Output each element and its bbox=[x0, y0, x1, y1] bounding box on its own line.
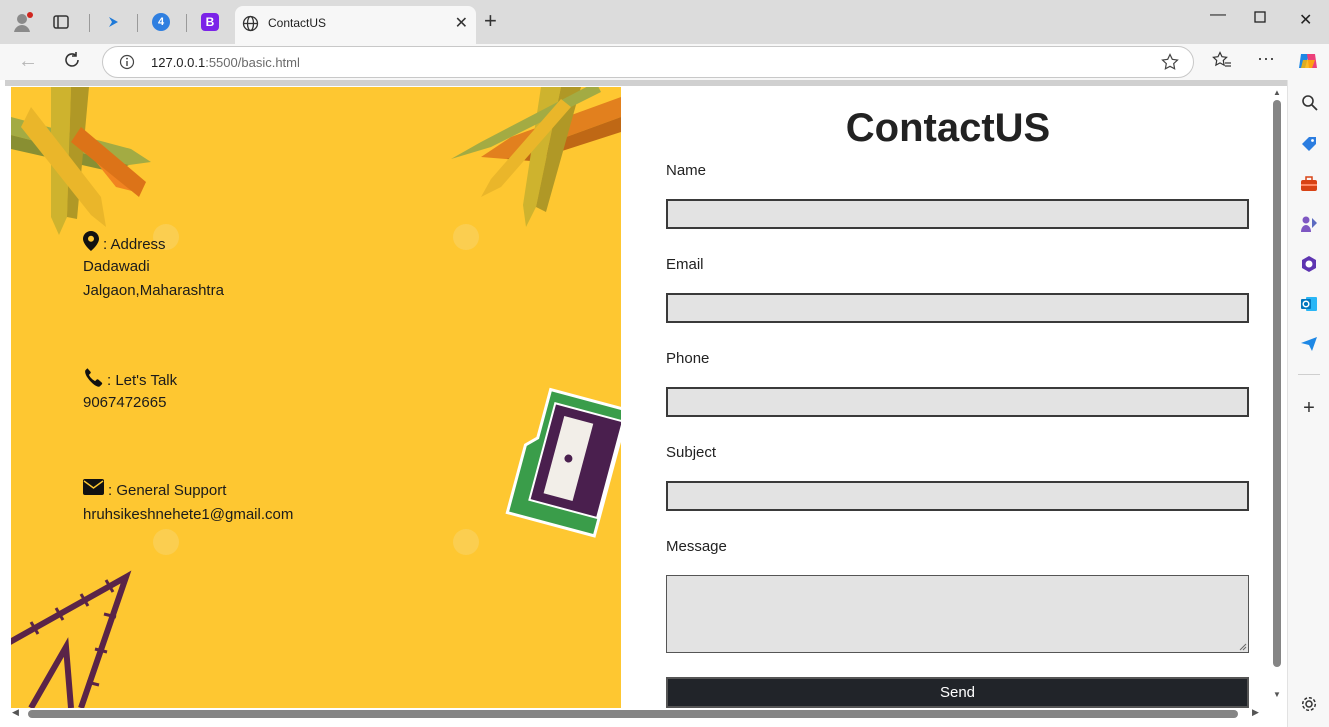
url-bar[interactable]: 127.0.0.1:5500/basic.html bbox=[102, 46, 1194, 78]
pinned-tab-arrow-icon[interactable] bbox=[102, 11, 124, 33]
email-input[interactable] bbox=[666, 293, 1249, 323]
address-toolbar: ← 127.0.0.1:5500/basic.html ··· bbox=[0, 44, 1329, 80]
phone-input[interactable] bbox=[666, 387, 1249, 417]
send-icon[interactable] bbox=[1299, 334, 1319, 354]
active-tab[interactable]: ContactUS ✕ bbox=[235, 6, 476, 44]
sidebar-divider bbox=[1298, 374, 1320, 375]
pinned-tab-4-icon[interactable]: 4 bbox=[150, 11, 172, 33]
new-tab-icon[interactable]: + bbox=[484, 10, 497, 32]
message-label: Message bbox=[666, 538, 727, 555]
contact-info-panel: : Address Dadawadi Jalgaon,Maharashtra :… bbox=[11, 87, 621, 708]
globe-icon bbox=[242, 15, 259, 37]
favorite-star-icon[interactable] bbox=[1161, 53, 1179, 76]
horizontal-scrollbar[interactable] bbox=[28, 710, 1238, 718]
back-icon[interactable]: ← bbox=[18, 50, 38, 73]
page-title: ContactUS bbox=[845, 106, 1051, 150]
pinned-tab-bootstrap-icon[interactable]: B bbox=[199, 11, 221, 33]
tab-title: ContactUS bbox=[268, 16, 327, 30]
address-label: : Address bbox=[103, 236, 166, 253]
tab-separator bbox=[186, 14, 187, 32]
resize-handle-icon[interactable] bbox=[1239, 643, 1247, 651]
scroll-up-icon[interactable]: ▲ bbox=[1273, 88, 1281, 97]
address-line-1: Dadawadi bbox=[83, 258, 150, 275]
message-textarea[interactable] bbox=[666, 575, 1249, 653]
phone-number: 9067472665 bbox=[83, 394, 167, 411]
tab-separator bbox=[89, 14, 90, 32]
profile-icon[interactable] bbox=[12, 11, 34, 33]
shopping-tag-icon[interactable] bbox=[1299, 134, 1319, 154]
browser-sidebar: + bbox=[1287, 80, 1329, 727]
close-window-icon[interactable]: ✕ bbox=[1299, 10, 1312, 30]
copilot-icon[interactable] bbox=[1297, 50, 1319, 78]
phone-label: Phone bbox=[666, 350, 710, 367]
search-icon[interactable] bbox=[1299, 92, 1319, 112]
tab-badge-4: 4 bbox=[152, 13, 170, 31]
address-line-2: Jalgaon,Maharashtra bbox=[83, 282, 224, 299]
envelope-icon bbox=[83, 479, 104, 503]
tab-badge-b: B bbox=[201, 13, 219, 31]
maximize-icon[interactable] bbox=[1254, 10, 1266, 28]
scroll-down-icon[interactable]: ▼ bbox=[1273, 690, 1281, 699]
send-button[interactable]: Send bbox=[666, 677, 1249, 708]
add-sidebar-app-icon[interactable]: + bbox=[1299, 397, 1319, 419]
tab-separator bbox=[137, 14, 138, 32]
name-input[interactable] bbox=[666, 199, 1249, 229]
support-label: : General Support bbox=[108, 482, 227, 499]
tab-bar: 4 B ContactUS ✕ + — ✕ bbox=[0, 0, 1329, 44]
support-heading: : General Support bbox=[83, 479, 226, 503]
microsoft365-icon[interactable] bbox=[1299, 254, 1319, 274]
url-path: :5500/basic.html bbox=[205, 55, 300, 70]
minimize-icon[interactable]: — bbox=[1210, 6, 1226, 24]
more-menu-icon[interactable]: ··· bbox=[1257, 48, 1275, 69]
email-label: Email bbox=[666, 256, 704, 273]
toolbox-icon[interactable] bbox=[1299, 174, 1319, 194]
url-text[interactable]: 127.0.0.1:5500/basic.html bbox=[151, 55, 300, 70]
subject-label: Subject bbox=[666, 444, 717, 461]
favorites-icon[interactable] bbox=[1212, 51, 1232, 75]
games-icon[interactable] bbox=[1299, 214, 1319, 234]
refresh-icon[interactable] bbox=[63, 51, 81, 75]
talk-label: : Let's Talk bbox=[107, 372, 178, 389]
info-icon[interactable] bbox=[119, 54, 135, 75]
tab-actions-icon[interactable] bbox=[50, 11, 72, 33]
subject-input[interactable] bbox=[666, 481, 1249, 511]
url-host: 127.0.0.1 bbox=[151, 55, 206, 70]
scroll-left-icon[interactable]: ◀ bbox=[12, 707, 19, 718]
name-label: Name bbox=[666, 162, 707, 179]
outlook-icon[interactable] bbox=[1299, 294, 1319, 314]
scroll-right-icon[interactable]: ▶ bbox=[1252, 707, 1259, 718]
close-tab-icon[interactable]: ✕ bbox=[455, 13, 468, 33]
settings-gear-icon[interactable] bbox=[1299, 694, 1319, 714]
vertical-scrollbar[interactable] bbox=[1273, 100, 1281, 667]
support-email: hruhsikeshnehete1@gmail.com bbox=[83, 506, 294, 523]
